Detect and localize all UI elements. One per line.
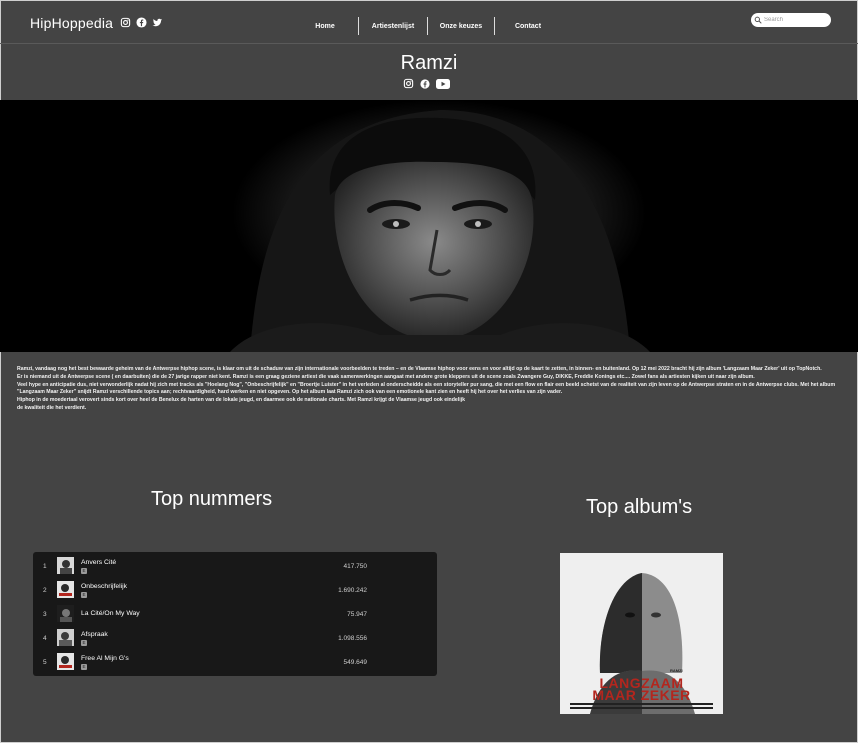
- track-cover: [57, 629, 74, 646]
- nav-contact[interactable]: Contact: [495, 23, 561, 30]
- artist-name: Ramzi: [400, 52, 458, 74]
- track-cover: [57, 557, 74, 574]
- track-cover: [57, 605, 74, 622]
- track-plays: 75.947: [347, 610, 367, 618]
- bio-paragraph: Er is niemand uit de Antwerpse scene ( e…: [17, 373, 755, 380]
- track-row[interactable]: 4 Afspraak E 1.098.556: [33, 626, 437, 650]
- track-cover: [57, 581, 74, 598]
- track-cover: [57, 653, 74, 670]
- top-tracks-list: 1 Anvers Cité E 417.750 2 Onbeschrijfeli…: [33, 552, 437, 676]
- nav-home[interactable]: Home: [292, 23, 358, 30]
- search-icon: [754, 16, 762, 24]
- site-header: HipHoppedia Home Artiestenlijst Onze keu…: [0, 0, 858, 44]
- track-title[interactable]: Onbeschrijfelijk: [81, 583, 127, 590]
- track-title[interactable]: Afspraak: [81, 631, 108, 638]
- youtube-icon[interactable]: [436, 78, 450, 89]
- instagram-icon[interactable]: [403, 78, 414, 89]
- site-brand[interactable]: HipHoppedia: [30, 15, 113, 31]
- track-plays: 1.098.556: [338, 634, 367, 642]
- twitter-icon[interactable]: [152, 17, 163, 28]
- bio-paragraph: Ramzi, vandaag nog het best bewaarde geh…: [17, 366, 822, 372]
- artist-bio: Ramzi, vandaag nog het best bewaarde geh…: [17, 366, 845, 413]
- track-plays: 1.690.242: [338, 586, 367, 594]
- explicit-badge: E: [81, 640, 87, 646]
- main-nav: Home Artiestenlijst Onze keuzes Contact: [292, 17, 561, 35]
- artist-social-links: [403, 78, 450, 89]
- track-rank: 1: [43, 562, 47, 570]
- facebook-icon[interactable]: [136, 17, 147, 28]
- top-albums-title: Top album's: [586, 496, 693, 518]
- track-row[interactable]: 1 Anvers Cité E 417.750: [33, 554, 437, 578]
- nav-artiestenlijst[interactable]: Artiestenlijst: [359, 23, 427, 30]
- track-row[interactable]: 5 Free Al Mijn G's E 549.649: [33, 650, 437, 674]
- instagram-icon[interactable]: [120, 17, 131, 28]
- track-rank: 5: [43, 658, 47, 666]
- track-row[interactable]: 2 Onbeschrijfelijk E 1.690.242: [33, 578, 437, 602]
- top-tracks-title: Top nummers: [151, 488, 273, 510]
- track-title[interactable]: La Cité/On My Way: [81, 610, 140, 617]
- track-rank: 2: [43, 586, 47, 594]
- track-rank: 4: [43, 634, 47, 642]
- search-input[interactable]: [764, 17, 828, 23]
- album-artist-label: RAMZI: [670, 668, 683, 673]
- artist-hero-image: [0, 100, 858, 352]
- explicit-badge: E: [81, 664, 87, 670]
- track-row[interactable]: 3 La Cité/On My Way 75.947: [33, 602, 437, 626]
- facebook-icon[interactable]: [420, 78, 430, 89]
- header-social-links: [120, 17, 163, 28]
- explicit-badge: E: [81, 568, 87, 574]
- search-box[interactable]: [751, 13, 831, 27]
- bio-paragraph: Veel hype en anticipatie dus, niet verwo…: [17, 381, 836, 396]
- explicit-badge: E: [81, 592, 87, 598]
- nav-onze-keuzes[interactable]: Onze keuzes: [428, 23, 494, 30]
- track-title[interactable]: Free Al Mijn G's: [81, 655, 129, 662]
- track-rank: 3: [43, 610, 47, 618]
- bio-paragraph: Hiphop in de moedertaal verovert sinds k…: [17, 397, 465, 404]
- album-title-line2: MAAR ZEKER: [592, 687, 691, 703]
- album-cover[interactable]: RAMZI LANGZAAM MAAR ZEKER: [560, 553, 723, 714]
- track-plays: 417.750: [343, 562, 368, 570]
- track-plays: 549.649: [343, 658, 368, 666]
- track-title[interactable]: Anvers Cité: [81, 559, 116, 566]
- bio-paragraph: de kwaliteit die het verdient.: [17, 404, 87, 411]
